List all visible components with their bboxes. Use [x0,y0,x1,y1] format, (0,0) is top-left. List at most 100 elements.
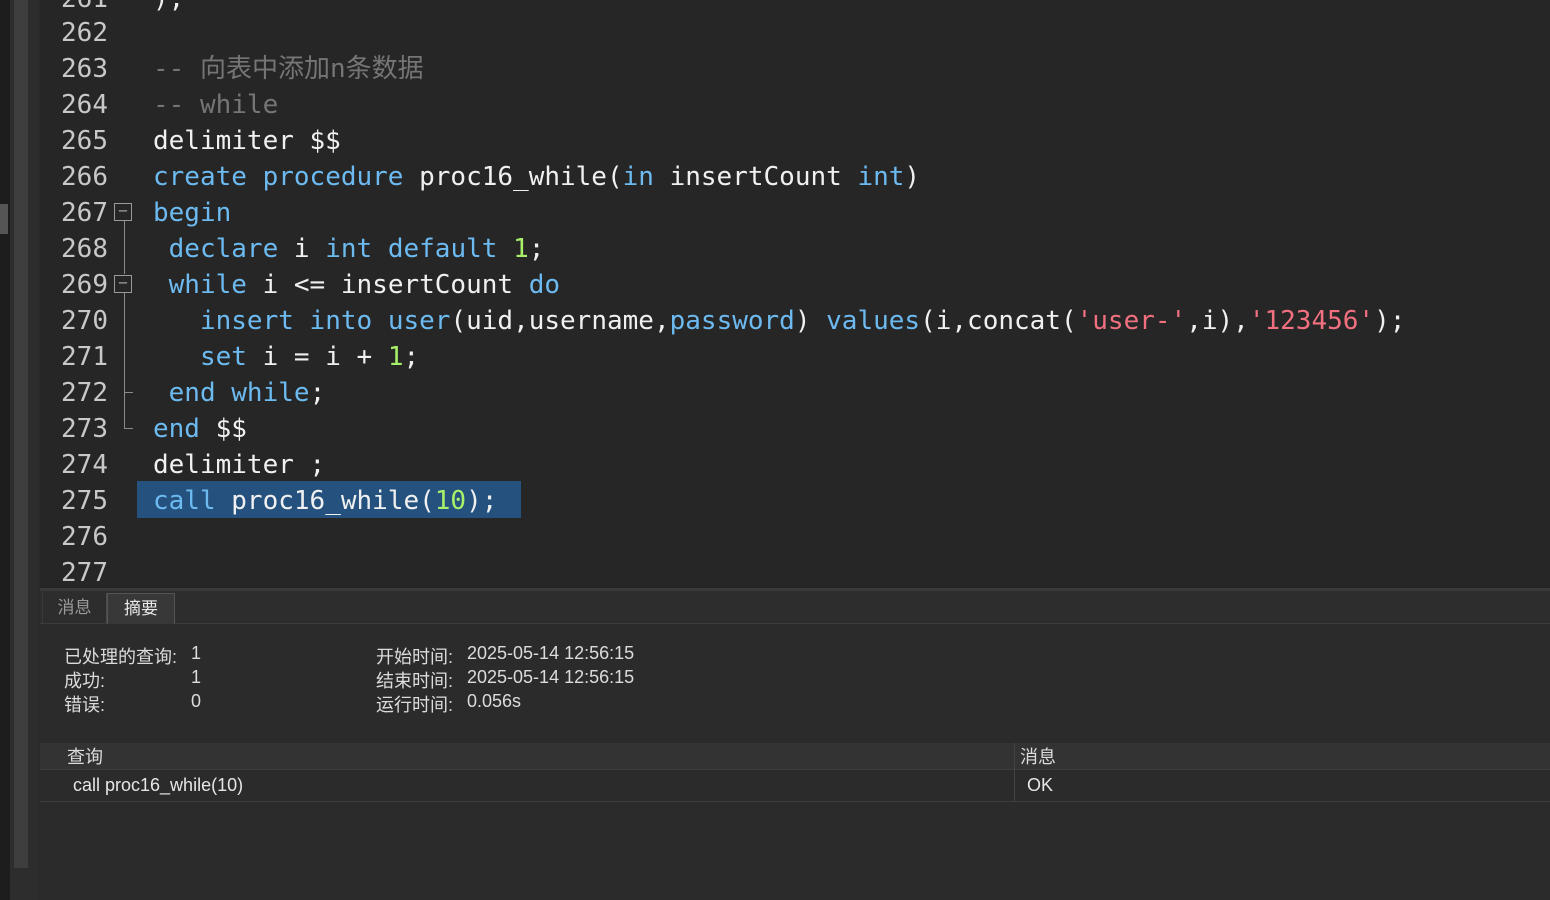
line-number: 267 [61,198,108,228]
code-line[interactable]: 262 [40,15,1550,51]
code-token: in [622,162,654,192]
code-line[interactable]: 265 delimiter $$ [40,123,1550,159]
code-line[interactable]: 273 end $$ [40,411,1550,447]
fold-toggle-while[interactable]: − [114,275,132,293]
sql-code-editor[interactable]: 261 ); 262263-- 向表中添加n条数据264-- while265d… [40,0,1550,588]
start-time-value: 2025-05-14 12:56:15 [467,643,635,663]
line-number: 271 [61,342,108,372]
code-text: create procedure proc16_while(in insertC… [153,159,920,195]
line-number: 277 [61,558,108,588]
line-number: 273 [61,414,108,444]
code-token: ; [309,378,326,408]
code-token: insertCount [653,162,858,192]
code-token: begin [153,198,232,228]
line-number: 272 [61,378,108,408]
fold-end-tick [124,392,133,393]
code-text: insert into user(uid,username,password) … [153,303,1405,339]
code-token: (i,concat( [920,306,1077,336]
line-number: 265 [61,126,108,156]
code-token: end [168,378,216,408]
code-token: values [826,306,921,336]
code-text: end while; [153,375,326,411]
scrollbar-thumb[interactable] [14,0,28,868]
code-token: ; [528,234,545,264]
code-token: 1 [387,342,404,372]
code-token: ,i), [1186,306,1249,336]
processed-label: 已处理的查询: [64,647,178,667]
code-text: while i <= insertCount do [153,267,560,303]
fold-guide [124,221,125,274]
line-number: 275 [61,486,108,516]
code-token: -- while [153,90,279,120]
code-token: insert [199,306,294,336]
line-number: 274 [61,450,108,480]
code-token: ) [904,162,921,192]
code-token: ); [1374,306,1406,336]
code-token: proc16_while( [215,486,435,516]
left-edge-strip [0,0,10,900]
line-number: 263 [61,54,108,84]
column-header-query[interactable]: 查询 [67,743,103,769]
line-number: 269 [61,270,108,300]
code-token: 'user-' [1076,306,1187,336]
code-text: -- 向表中添加n条数据 [153,51,424,87]
code-token: password [669,306,795,336]
code-token: while [231,378,310,408]
code-line[interactable]: 266 create procedure proc16_while(in inse… [40,159,1550,195]
code-line[interactable]: 275 call proc16_while(10); [40,483,1550,519]
column-separator[interactable] [1014,743,1015,801]
code-token: user [387,306,451,336]
code-line[interactable]: 268 declare i int default 1; [40,231,1550,267]
cell-query: call proc16_while(10) [73,775,244,795]
tab-messages[interactable]: 消息 [42,593,107,623]
table-row[interactable]: call proc16_while(10) OK [40,770,1550,802]
code-line[interactable]: 270 insert into user(uid,username,passwo… [40,303,1550,339]
code-token: int [857,162,905,192]
code-token: i [278,234,326,264]
results-table-header: 查询 消息 [40,743,1550,770]
code-line[interactable]: 271 set i = i + 1; [40,339,1550,375]
code-text: delimiter $$ [153,123,341,159]
run-time-label: 运行时间: [376,695,454,715]
code-text: -- while [153,87,278,123]
code-text: delimiter ; [153,447,325,483]
fold-toggle-begin[interactable]: − [114,203,132,221]
code-text: end $$ [153,411,247,447]
code-line[interactable]: 277 [40,555,1550,588]
code-line[interactable]: 276 [40,519,1550,555]
code-line[interactable]: 269 while i <= insertCount do [40,267,1550,303]
code-token: procedure [262,162,404,192]
code-line[interactable]: 274 delimiter ; [40,447,1550,483]
code-token: i = i + [246,342,388,372]
code-line[interactable]: 263 -- 向表中添加n条数据 [40,51,1550,87]
line-number: 266 [61,162,108,192]
code-token: delimiter ; [153,450,326,480]
code-text: declare i int default 1; [153,231,545,267]
error-value: 0 [191,691,202,711]
error-label: 错误: [64,695,106,715]
fold-end-tick [124,428,133,429]
code-line[interactable]: 267 begin [40,195,1550,231]
column-header-message[interactable]: 消息 [1020,743,1056,769]
start-time-label: 开始时间: [376,647,454,667]
code-line[interactable]: 272 end while; [40,375,1550,411]
code-token: do [528,270,561,300]
code-token: set [199,342,247,372]
code-token: int [325,234,373,264]
line-number: 268 [61,234,108,264]
line-number: 262 [61,18,108,48]
code-token: default [387,234,498,264]
cell-message: OK [1027,775,1054,795]
code-token: end [153,414,200,444]
code-line[interactable]: 264 -- while [40,87,1550,123]
code-token: ) [794,306,827,336]
code-token: -- 向表中添加n条数据 [153,54,424,84]
vertical-scrollbar[interactable] [10,0,38,900]
tab-summary[interactable]: 摘要 [107,593,175,624]
